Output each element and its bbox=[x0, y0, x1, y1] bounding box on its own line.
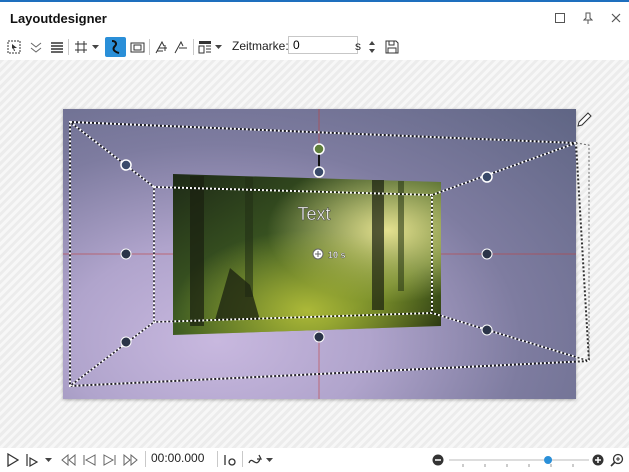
plus-circle-icon bbox=[592, 454, 604, 466]
previous-frame-button[interactable] bbox=[81, 451, 97, 469]
handle-top-left bbox=[120, 159, 132, 171]
zoom-in-button[interactable] bbox=[591, 451, 605, 469]
timecode-display: 00:00.000 bbox=[151, 451, 205, 465]
next-frame-icon bbox=[103, 454, 116, 466]
path-dropdown[interactable] bbox=[265, 451, 274, 469]
rewind-button[interactable] bbox=[60, 451, 76, 469]
pen-icon[interactable] bbox=[577, 112, 592, 127]
zoom-slider[interactable] bbox=[449, 451, 589, 469]
handle-mid-right bbox=[481, 248, 493, 260]
magnifier-icon bbox=[610, 453, 624, 467]
path-icon bbox=[248, 454, 263, 464]
dropdown-arrow-icon bbox=[45, 457, 52, 462]
zoom-slider-thumb[interactable] bbox=[544, 456, 553, 464]
keyframe-icon bbox=[224, 455, 236, 466]
fast-forward-icon bbox=[123, 454, 138, 466]
handle-bottom-left bbox=[120, 336, 132, 348]
next-frame-button[interactable] bbox=[102, 451, 118, 469]
play-from-marker-icon bbox=[26, 454, 39, 467]
handle-top-center bbox=[313, 166, 325, 178]
play-icon bbox=[7, 453, 19, 467]
rotation-handle[interactable] bbox=[313, 143, 325, 155]
previous-frame-icon bbox=[83, 454, 96, 466]
zoom-fit-button[interactable] bbox=[609, 451, 625, 469]
forest-image[interactable] bbox=[173, 174, 441, 335]
handle-bottom-right bbox=[481, 324, 493, 336]
editing-overlay: Text 10 s bbox=[63, 109, 592, 399]
zoom-out-button[interactable] bbox=[431, 451, 445, 469]
play-dropdown[interactable] bbox=[44, 451, 53, 469]
fast-forward-button[interactable] bbox=[123, 451, 139, 469]
handle-mid-left bbox=[120, 248, 132, 260]
path-mode-button[interactable] bbox=[246, 451, 264, 469]
rewind-icon bbox=[61, 454, 76, 466]
handle-bottom-center bbox=[313, 331, 325, 343]
keyframe-toggle-button[interactable] bbox=[222, 451, 240, 469]
play-from-marker-button[interactable] bbox=[25, 451, 39, 469]
play-button[interactable] bbox=[6, 451, 20, 469]
playback-bar bbox=[0, 448, 629, 472]
dropdown-arrow-icon bbox=[266, 457, 273, 462]
minus-circle-icon bbox=[432, 454, 444, 466]
duration-badge: 10 s bbox=[328, 250, 346, 260]
handle-top-right bbox=[481, 171, 493, 183]
text-object[interactable]: Text bbox=[297, 204, 331, 225]
